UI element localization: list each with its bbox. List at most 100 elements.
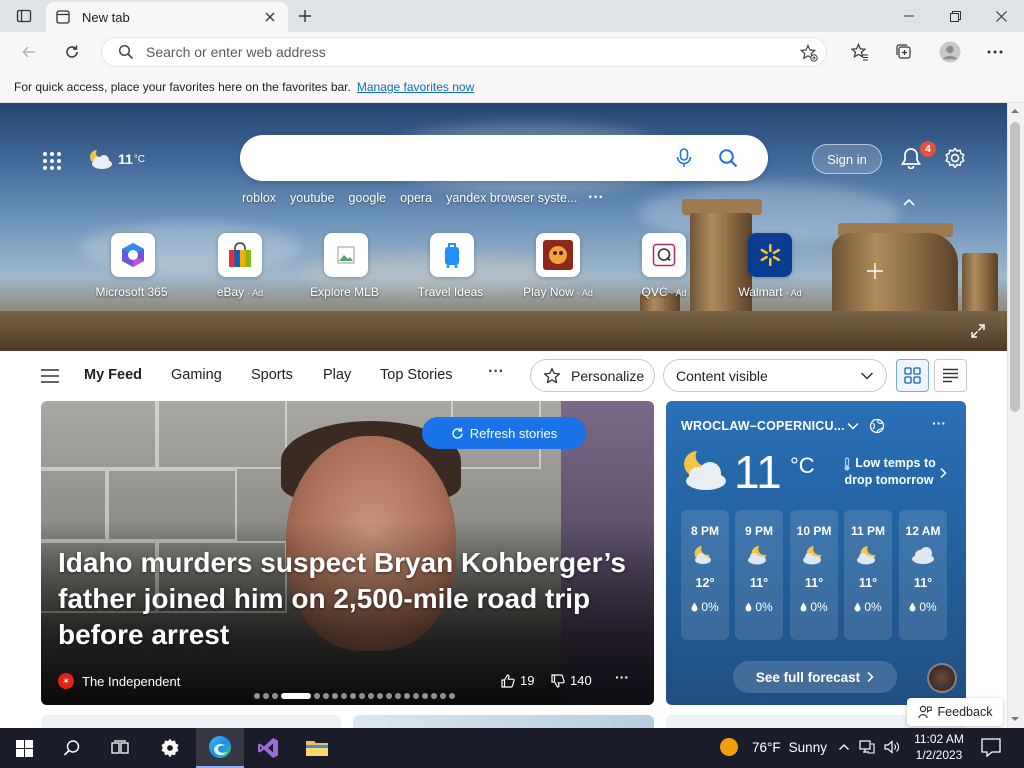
settings-and-more-icon[interactable] [980,38,1010,66]
quick-link-tile[interactable]: Walmart · Ad [717,233,823,299]
trending-more-button[interactable]: ··· [588,189,604,207]
map-globe-icon[interactable] [869,418,885,434]
refresh-icon[interactable] [57,38,87,66]
visual-studio-icon[interactable] [244,728,292,768]
hero-weather-widget[interactable]: 11 °C [88,145,145,173]
quick-link-tile[interactable]: Explore MLB [293,233,399,299]
carousel-dot-active[interactable] [281,693,311,699]
weather-more-options-button[interactable]: ··· [932,415,946,431]
taskbar-clock[interactable]: 11:02 AM 1/2/2023 [906,731,972,763]
carousel-dot[interactable] [314,693,320,699]
trending-search-item[interactable]: roblox [242,191,276,205]
hourly-forecast-item[interactable]: 10 PM 11° 0% [790,510,838,640]
carousel-dot[interactable] [422,693,428,699]
address-input[interactable] [146,44,766,60]
grid-view-icon[interactable] [896,359,929,392]
carousel-dot[interactable] [332,693,338,699]
hourly-forecast-item[interactable]: 12 AM 11° 0% [899,510,947,640]
weather-chat-avatar[interactable] [927,663,957,693]
page-settings-gear-icon[interactable] [942,145,968,171]
quick-link-tile[interactable]: QVC · Ad [611,233,717,299]
weather-alert[interactable]: Low temps to drop tomorrow [834,455,944,489]
hourly-forecast-item[interactable]: 9 PM 11° 0% [735,510,783,640]
carousel-dot[interactable] [377,693,383,699]
edge-browser-icon[interactable] [196,728,244,768]
scroll-down-arrow-icon[interactable] [1010,714,1020,724]
address-bar[interactable] [101,37,827,67]
settings-app-gear-icon[interactable] [146,728,194,768]
dislike-button[interactable]: 140 [551,673,592,688]
list-view-icon[interactable] [934,359,967,392]
feed-tab-play[interactable]: Play [323,367,351,383]
carousel-dot[interactable] [350,693,356,699]
trending-search-item[interactable]: youtube [290,191,334,205]
weather-card[interactable]: WROCLAW–COPERNICU... ··· 11 °C Low temps… [666,401,966,705]
profile-avatar-icon[interactable] [935,38,965,66]
feed-tab-my-feed[interactable]: My Feed [84,367,142,383]
temperature-unit-toggle[interactable]: °C [790,453,815,479]
show-hidden-icons-chevron-up-icon[interactable] [838,741,850,753]
volume-icon[interactable] [884,740,900,754]
file-explorer-folder-icon[interactable] [293,728,341,768]
carousel-dot[interactable] [368,693,374,699]
add-favorite-star-icon[interactable] [800,44,818,62]
tab-actions-icon[interactable] [10,6,38,26]
close-tab-icon[interactable] [262,9,278,25]
carousel-dot[interactable] [341,693,347,699]
trending-search-item[interactable]: google [349,191,387,205]
feed-tab-gaming[interactable]: Gaming [171,367,222,383]
carousel-dot[interactable] [263,693,269,699]
web-search-input[interactable] [260,149,656,167]
like-button[interactable]: 19 [501,673,534,688]
close-window-icon[interactable] [978,0,1024,32]
chevron-right-icon[interactable] [938,467,948,479]
trending-search-item[interactable]: yandex browser syste... [446,191,577,205]
taskbar-weather-widget[interactable]: 76°F Sunny [720,738,827,756]
sign-in-button[interactable]: Sign in [812,144,882,174]
action-center-notification-icon[interactable] [980,736,1004,760]
top-story-card[interactable]: Refresh stories Idaho murders suspect Br… [41,401,654,705]
quick-link-tile[interactable]: eBay · Ad [187,233,293,299]
windows-start-icon[interactable] [0,728,48,768]
carousel-dot[interactable] [449,693,455,699]
hamburger-menu-icon[interactable] [38,365,62,387]
carousel-dot[interactable] [395,693,401,699]
location-chevron-down-icon[interactable] [846,419,860,433]
refresh-stories-button[interactable]: Refresh stories [422,417,586,449]
carousel-dot[interactable] [386,693,392,699]
carousel-dot[interactable] [272,693,278,699]
add-quick-link-plus-icon[interactable] [862,258,888,284]
story-more-options-button[interactable]: ··· [615,669,629,685]
microphone-icon[interactable] [668,142,700,174]
carousel-dot[interactable] [440,693,446,699]
carousel-dot[interactable] [323,693,329,699]
new-tab-icon[interactable] [292,4,318,28]
carousel-dot[interactable] [431,693,437,699]
quick-link-tile[interactable]: Play Now · Ad [505,233,611,299]
restore-icon[interactable] [932,0,978,32]
carousel-dot[interactable] [359,693,365,699]
manage-favorites-link[interactable]: Manage favorites now [357,80,474,94]
network-icon[interactable] [859,740,875,754]
story-source[interactable]: ✶ The Independent [58,673,180,689]
carousel-dot[interactable] [404,693,410,699]
search-submit-icon[interactable] [712,142,744,174]
minimize-icon[interactable] [886,0,932,32]
story-headline[interactable]: Idaho murders suspect Bryan Kohberger’s … [58,545,628,653]
trending-search-item[interactable]: opera [400,191,432,205]
scrollbar-thumb[interactable] [1010,122,1020,412]
web-search-box[interactable] [240,135,768,181]
back-arrow-icon[interactable] [14,38,44,66]
collections-icon[interactable] [889,38,919,66]
hourly-forecast-item[interactable]: 8 PM 12° 0% [681,510,729,640]
scroll-up-arrow-icon[interactable] [1010,106,1020,116]
apps-launcher-icon[interactable] [38,147,66,175]
collapse-chevron-up-icon[interactable] [900,195,918,209]
task-view-icon[interactable] [96,728,144,768]
quick-link-tile[interactable]: Travel Ideas [399,233,505,299]
feedback-button[interactable]: Feedback [907,698,1003,726]
carousel-pagination[interactable] [254,693,455,699]
quick-link-tile[interactable]: Microsoft 365 [80,233,186,299]
feed-tab-top-stories[interactable]: Top Stories [380,367,453,383]
active-tab[interactable]: New tab [46,2,288,32]
